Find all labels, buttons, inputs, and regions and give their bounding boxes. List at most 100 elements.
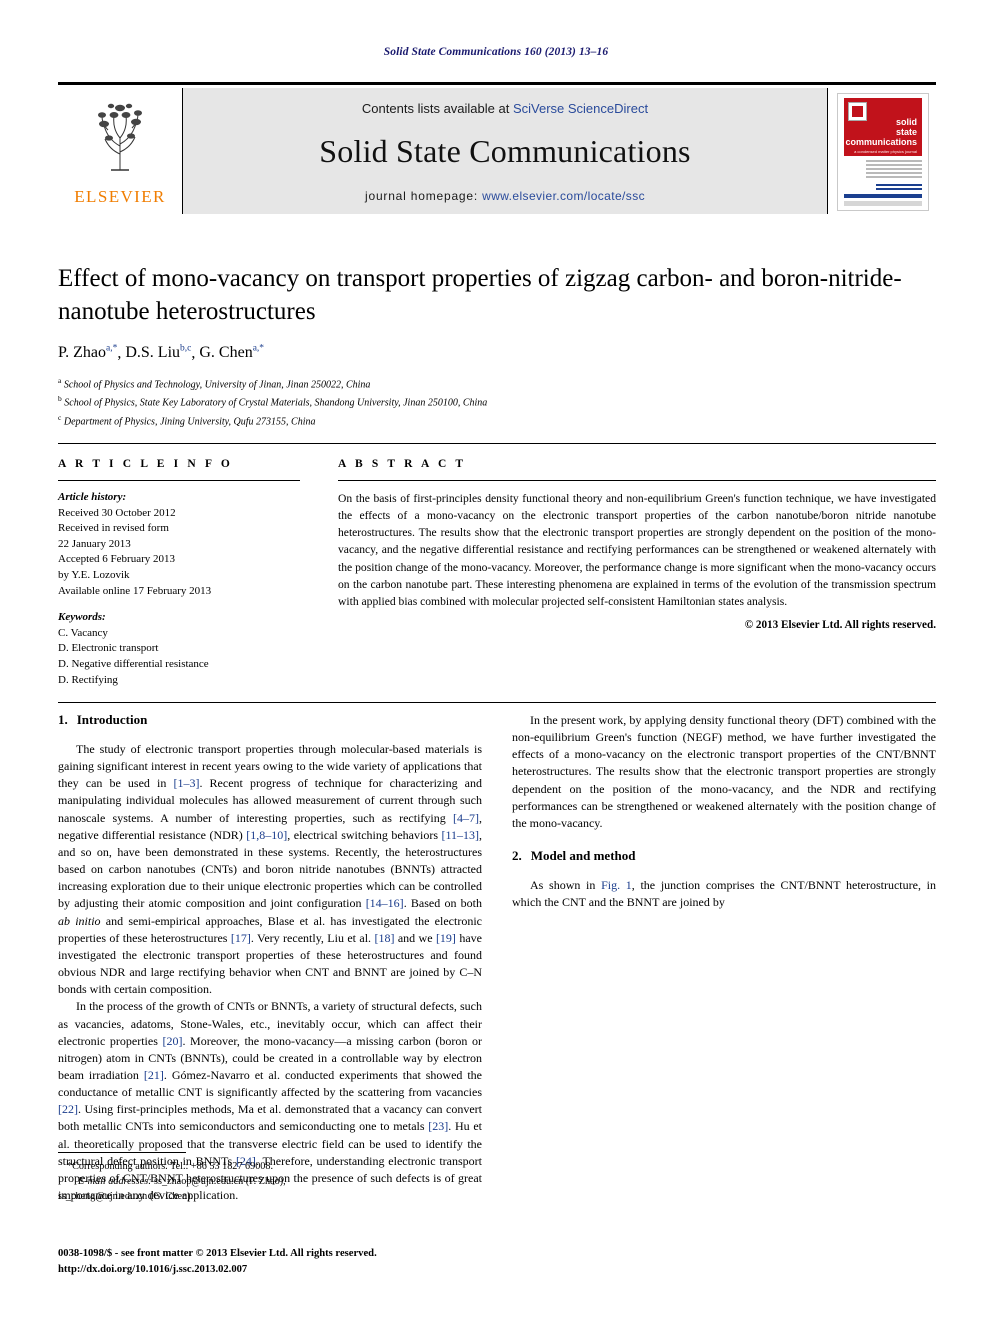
email-value[interactable]: ss_cheng@ujn.edu.cn (G. Chen). xyxy=(58,1191,193,1202)
text-run: . Based on both xyxy=(403,896,482,911)
footnote-block: *Corresponding authors. Tel.: +86 53 182… xyxy=(58,1152,482,1204)
journal-masthead: ELSEVIER Contents lists available at Sci… xyxy=(58,82,936,214)
corresponding-author-line: *Corresponding authors. Tel.: +86 53 182… xyxy=(67,1161,274,1172)
text-run: and we xyxy=(394,930,436,945)
citation-ref[interactable]: [4–7] xyxy=(453,811,479,825)
journal-title: Solid State Communications xyxy=(319,133,691,169)
keywords-label: Keywords: xyxy=(58,611,106,624)
footnote-rule xyxy=(58,1152,186,1153)
keyword-item: C. Vacancy xyxy=(58,626,108,639)
elsevier-tree-icon xyxy=(98,103,142,171)
citation-ref[interactable]: [14–16] xyxy=(366,896,404,910)
email-label: E-mail addresses: xyxy=(78,1175,152,1187)
info-abstract-band: A R T I C L E I N F O Article history: R… xyxy=(58,443,936,704)
citation-ref[interactable]: [1,8–10] xyxy=(246,828,287,842)
cover-blue-bar xyxy=(844,194,922,198)
affiliation-item: c Department of Physics, Jining Universi… xyxy=(58,412,936,430)
citation-ref[interactable]: [20] xyxy=(162,1034,182,1048)
imprint-line-doi[interactable]: http://dx.doi.org/10.1016/j.ssc.2013.02.… xyxy=(58,1262,558,1278)
citation-ref[interactable]: [11–13] xyxy=(441,828,479,842)
email-value[interactable]: ss_zhaop@ujn.edu.cn (P. Zhao), xyxy=(154,1176,286,1187)
page-title: Effect of mono-vacancy on transport prop… xyxy=(58,265,902,325)
affiliation-text: Department of Physics, Jining University… xyxy=(63,415,316,427)
article-info-column: A R T I C L E I N F O Article history: R… xyxy=(58,458,320,688)
affiliation-list: a School of Physics and Technology, Univ… xyxy=(58,375,936,429)
author-name: P. Zhao xyxy=(58,344,106,362)
citation-ref[interactable]: [17] xyxy=(231,931,251,945)
paragraph-model-1: As shown in Fig. 1, the junction compris… xyxy=(512,877,936,911)
article-history-item: Received 30 October 2012 xyxy=(58,506,176,519)
article-info-heading: A R T I C L E I N F O xyxy=(58,458,233,470)
affiliation-item: a School of Physics and Technology, Univ… xyxy=(58,375,936,393)
cover-editor-lines xyxy=(866,160,922,180)
section-title: Introduction xyxy=(76,712,148,727)
affiliation-text: School of Physics, State Key Laboratory … xyxy=(64,397,488,409)
text-run: . Using first-principles methods, Ma et … xyxy=(58,1102,482,1134)
article-history-item: by Y.E. Lozovik xyxy=(58,569,130,582)
article-history-item: Received in revised form xyxy=(58,522,169,535)
email-line-2: ss_cheng@ujn.edu.cn (G. Chen). xyxy=(58,1190,482,1205)
journal-cover-cell: solid state communications a condensed m… xyxy=(827,88,936,214)
citation-ref[interactable]: [22] xyxy=(58,1102,78,1116)
journal-homepage-line: journal homepage: www.elsevier.com/locat… xyxy=(183,189,827,203)
abstract-text: On the basis of first-principles density… xyxy=(338,492,936,608)
title-block: Effect of mono-vacancy on transport prop… xyxy=(58,262,936,430)
body-column-right: In the present work, by applying density… xyxy=(512,712,936,1204)
figure-ref[interactable]: Fig. 1 xyxy=(601,878,632,892)
article-history-item: Available online 17 February 2013 xyxy=(58,584,212,597)
keyword-item: D. Electronic transport xyxy=(58,642,159,655)
article-info-rule xyxy=(58,480,300,481)
section-heading-model-and-method: 2. Model and method xyxy=(512,848,936,864)
affiliation-text: School of Physics and Technology, Univer… xyxy=(63,379,371,391)
email-line-1: E-mail addresses: ss_zhaop@ujn.edu.cn (P… xyxy=(58,1175,482,1190)
abstract-heading: A B S T R A C T xyxy=(338,458,467,470)
cover-red-panel: solid state communications a condensed m… xyxy=(844,98,922,156)
corresponding-author-text: Corresponding authors. Tel.: +86 53 1827… xyxy=(72,1161,274,1172)
contents-available-line: Contents lists available at SciVerse Sci… xyxy=(183,101,827,116)
section-number: 2. xyxy=(512,848,522,864)
citation-ref[interactable]: [19] xyxy=(436,931,456,945)
citation-ref[interactable]: [18] xyxy=(374,931,394,945)
author-affil-marker: b,c xyxy=(180,344,192,354)
running-head: Solid State Communications 160 (2013) 13… xyxy=(383,46,609,58)
cover-title-line2: state xyxy=(895,127,917,137)
section-title: Model and method xyxy=(530,848,636,864)
cover-bottom-strip xyxy=(844,201,922,206)
cover-publisher-badge-icon xyxy=(848,102,867,121)
homepage-prefix: journal homepage: xyxy=(365,189,483,203)
author-name: D.S. Liu xyxy=(125,344,181,362)
contents-prefix: Contents lists available at xyxy=(361,101,513,116)
footnote-text: *Corresponding authors. Tel.: +86 53 182… xyxy=(58,1160,482,1204)
paragraph-intro-3: In the present work, by applying density… xyxy=(512,712,936,832)
article-history-label: Article history: xyxy=(58,491,127,503)
sciencedirect-link[interactable]: SciVerse ScienceDirect xyxy=(513,101,648,116)
affiliation-marker: b xyxy=(58,394,62,404)
cover-subtitle: a condensed matter physics journal xyxy=(854,149,917,154)
section-number: 1. xyxy=(58,712,68,727)
copyright-line: © 2013 Elsevier Ltd. All rights reserved… xyxy=(744,619,936,632)
text-run: In the present work, by applying density… xyxy=(512,713,936,830)
elsevier-logo-cell: ELSEVIER xyxy=(58,88,183,214)
author-affil-marker: a,* xyxy=(252,344,265,354)
masthead-center: Contents lists available at SciVerse Sci… xyxy=(183,88,827,214)
affiliation-marker: a xyxy=(58,376,62,386)
citation-ref[interactable]: [23] xyxy=(428,1119,448,1133)
cover-title-line1: solid xyxy=(895,117,917,127)
cover-title-line3: communications xyxy=(845,137,917,147)
keyword-item: D. Negative differential resistance xyxy=(58,658,209,671)
citation-ref[interactable]: [21] xyxy=(144,1068,164,1082)
abstract-column: A B S T R A C T On the basis of first-pr… xyxy=(320,458,936,688)
affiliation-marker: c xyxy=(58,412,62,422)
citation-ref[interactable]: [1–3] xyxy=(173,776,199,790)
author-item: P. Zhaoa,* xyxy=(58,344,117,361)
author-name: G. Chen xyxy=(199,344,253,362)
affiliation-item: b School of Physics, State Key Laborator… xyxy=(58,393,936,411)
imprint-line-issn: 0038-1098/$ - see front matter © 2013 El… xyxy=(58,1248,377,1259)
journal-homepage-link[interactable]: www.elsevier.com/locate/ssc xyxy=(482,189,645,203)
text-run: , electrical switching behaviors xyxy=(287,827,442,842)
text-run: As shown in xyxy=(530,878,602,893)
section-heading-introduction: 1. Introduction xyxy=(58,712,482,728)
text-run: . Very recently, Liu et al. xyxy=(250,930,375,945)
abstract-rule xyxy=(338,480,936,481)
journal-cover-thumbnail: solid state communications a condensed m… xyxy=(837,93,929,211)
